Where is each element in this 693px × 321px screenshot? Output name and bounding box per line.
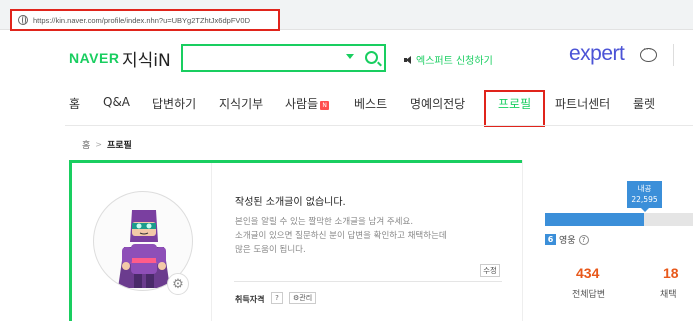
nav-item-home[interactable]: 홈 — [69, 95, 80, 112]
globe-icon — [18, 15, 28, 25]
nav-item-roulette[interactable]: 룰렛 — [633, 95, 655, 112]
certification-manage-button[interactable]: ⚙관리 — [289, 292, 317, 304]
avatar-column: ⚙ — [72, 163, 212, 321]
profile-tab-highlight — [484, 90, 545, 127]
expert-apply-link[interactable]: 엑스퍼트 신청하기 — [404, 52, 493, 67]
new-badge: N — [320, 101, 330, 110]
naegong-label: 내공 — [637, 184, 652, 193]
intro-title: 작성된 소개글이 없습니다. — [235, 197, 346, 208]
naegong-value: 22,595 — [631, 195, 658, 204]
dropdown-arrow-icon[interactable] — [346, 54, 354, 59]
intro-desc-line: 소개글이 있으면 질문하신 분이 답변을 확인하고 채택하는데 — [235, 231, 447, 241]
url-text[interactable]: https://kin.naver.com/profile/index.nhn?… — [33, 16, 250, 25]
nav-item-people[interactable]: 사람들 N — [285, 95, 330, 112]
intro-divider — [234, 281, 502, 282]
total-answers-count[interactable]: 434 — [576, 265, 599, 281]
breadcrumb-home[interactable]: 홈 — [82, 138, 90, 151]
nav-item-people-label: 사람들 — [285, 97, 319, 111]
kin-logo[interactable]: 지식iN — [122, 46, 171, 71]
breadcrumb: 홈 > 프로필 — [82, 138, 132, 151]
rank-help-icon[interactable]: ? — [578, 234, 589, 245]
nav-item-answer[interactable]: 답변하기 — [152, 95, 196, 112]
naver-logo[interactable]: NAVER — [69, 50, 119, 66]
level-progress-fill — [545, 213, 645, 226]
address-field[interactable]: https://kin.naver.com/profile/index.nhn?… — [10, 9, 280, 31]
rank-name: 영웅 — [559, 236, 576, 246]
expert-apply-label: 엑스퍼트 신청하기 — [416, 56, 493, 67]
nav-divider — [65, 125, 693, 126]
nav-item-best[interactable]: 베스트 — [354, 95, 387, 112]
nav-item-qna[interactable]: Q&A — [103, 95, 130, 109]
certification-help-button[interactable]: ? — [271, 292, 283, 304]
main-nav: 홈 Q&A 답변하기 지식기부 사람들 N 베스트 명예의전당 프로필 파트너센터… — [0, 92, 693, 126]
breadcrumb-current: 프로필 — [106, 141, 132, 151]
edit-button[interactable]: 수정 — [480, 264, 500, 277]
breadcrumb-separator: > — [95, 140, 102, 149]
browser-url-bar: https://kin.naver.com/profile/index.nhn?… — [0, 0, 693, 31]
nav-item-donate[interactable]: 지식기부 — [219, 95, 263, 112]
speaker-icon — [404, 55, 413, 64]
search-icon[interactable] — [365, 51, 378, 64]
adopted-count[interactable]: 18 — [663, 265, 679, 281]
total-answers-label: 전체답변 — [572, 290, 606, 300]
intro-desc-line: 본인을 알릴 수 있는 짤막한 소개글을 남겨 주세요. — [235, 217, 414, 227]
nav-item-hall-of-fame[interactable]: 명예의전당 — [410, 95, 465, 112]
level-progress-bar — [545, 213, 693, 226]
search-input[interactable] — [181, 44, 386, 72]
expert-logo[interactable]: expert — [569, 42, 625, 66]
intro-section: 작성된 소개글이 없습니다. 본인을 알릴 수 있는 짤막한 소개글을 남겨 주… — [234, 163, 524, 321]
intro-desc-line: 많은 도움이 됩니다. — [235, 245, 306, 255]
profile-card: ⚙ 작성된 소개글이 없습니다. 본인을 알릴 수 있는 짤막한 소개글을 남겨… — [69, 160, 523, 321]
adopted-label: 채택 — [660, 290, 677, 300]
header-divider — [673, 44, 674, 66]
certification-label: 취득자격 — [235, 295, 265, 304]
rank: 6 영웅 ? — [545, 233, 589, 246]
intro-description: 본인을 알릴 수 있는 짤막한 소개글을 남겨 주세요. 소개글이 있으면 질문… — [235, 215, 447, 257]
nav-item-partner-center[interactable]: 파트너센터 — [555, 95, 610, 112]
stats-divider — [522, 160, 523, 321]
naegong-tooltip: 내공 22,595 — [627, 181, 662, 212]
chat-icon[interactable] — [640, 45, 657, 62]
rank-number: 6 — [545, 234, 556, 245]
gear-icon[interactable]: ⚙ — [167, 273, 189, 295]
